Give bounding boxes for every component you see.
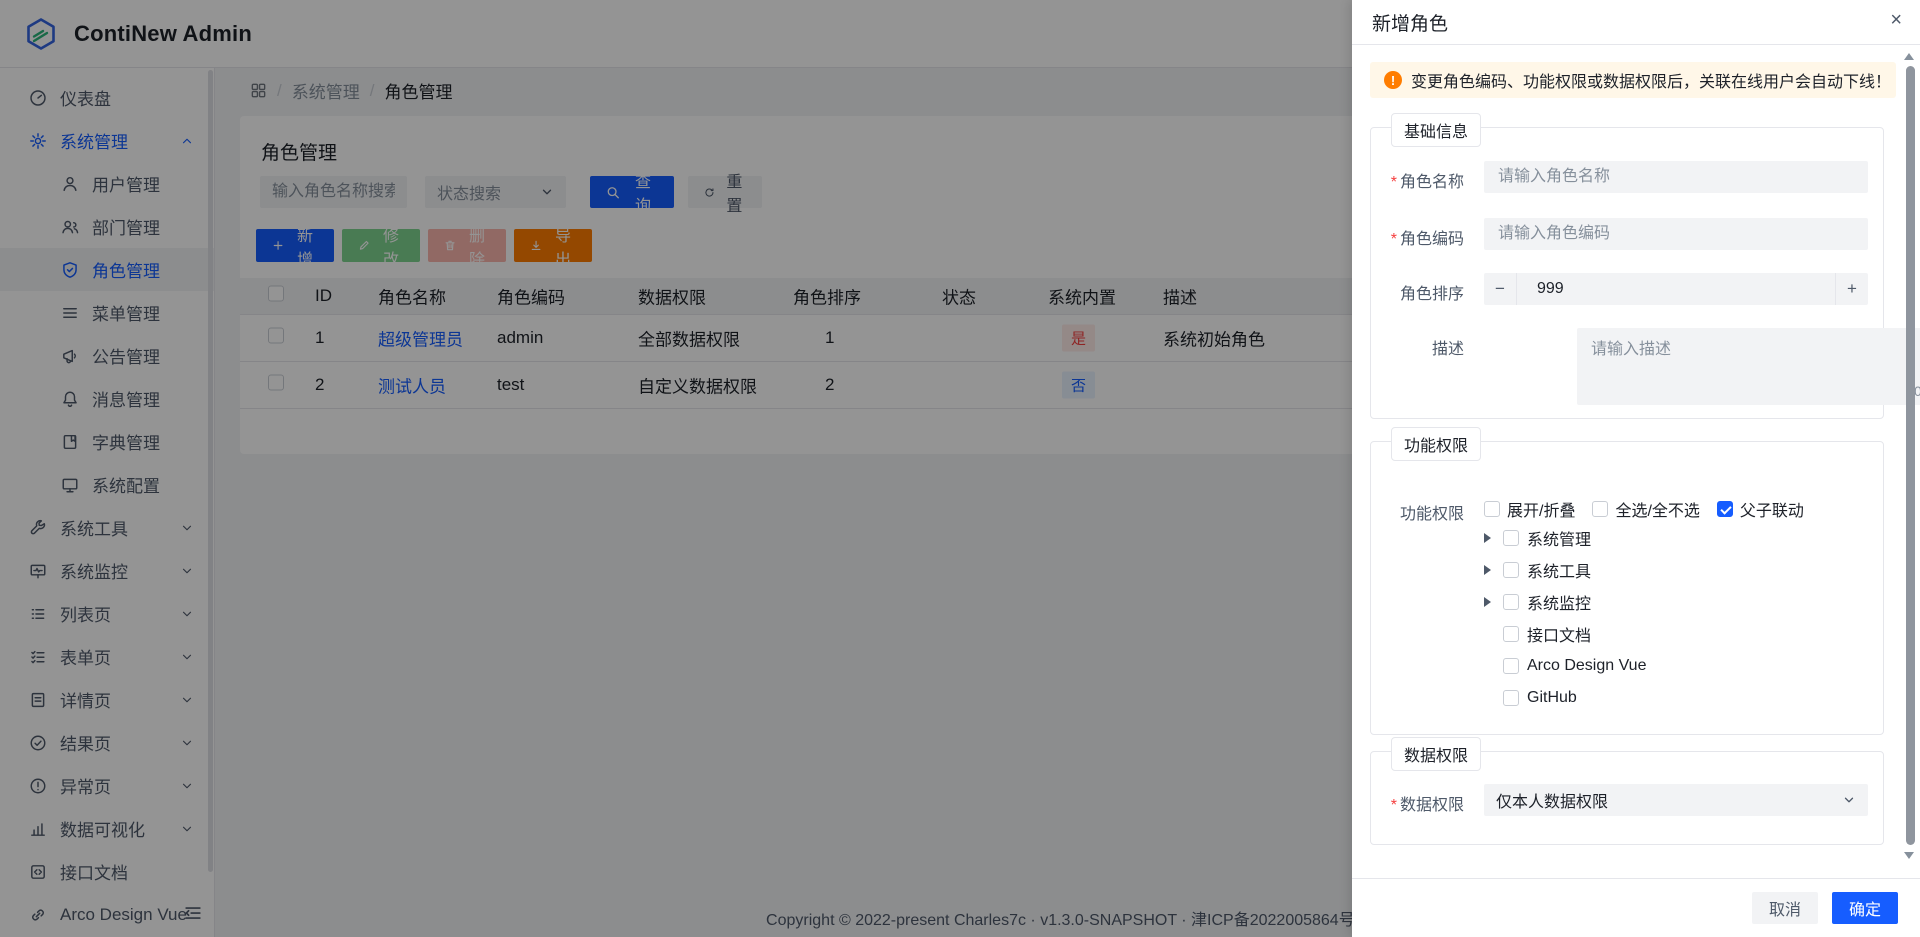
basic-info-section: 基础信息 *角色名称 *角色编码 角色排序 − 999 + 描述 xyxy=(1370,127,1884,419)
description-label: 描述 xyxy=(1371,328,1464,405)
node-checkbox[interactable] xyxy=(1503,690,1519,706)
role-sort-value[interactable]: 999 xyxy=(1517,280,1835,298)
node-checkbox[interactable] xyxy=(1503,530,1519,546)
exclamation-icon: ! xyxy=(1384,71,1402,89)
expand-collapse-checkbox[interactable]: 展开/折叠 xyxy=(1484,497,1575,521)
description-field: 0/200 xyxy=(1577,328,1920,405)
role-sort-stepper: − 999 + xyxy=(1484,273,1868,305)
drawer-header: 新增角色 × xyxy=(1352,0,1920,45)
role-code-label: *角色编码 xyxy=(1371,218,1464,249)
role-name-label: *角色名称 xyxy=(1371,161,1464,192)
section-legend: 功能权限 xyxy=(1391,427,1481,461)
tree-node-system-management[interactable]: 系统管理 xyxy=(1484,522,1591,554)
tree-node-system-tools[interactable]: 系统工具 xyxy=(1484,554,1591,586)
minus-button[interactable]: − xyxy=(1484,273,1517,305)
chevron-down-icon xyxy=(1842,793,1856,807)
role-code-input[interactable] xyxy=(1484,218,1868,250)
tree-controls: 展开/折叠 全选/全不选 父子联动 xyxy=(1484,493,1868,525)
tree-node-system-monitor[interactable]: 系统监控 xyxy=(1484,586,1591,618)
warning-alert: ! 变更角色编码、功能权限或数据权限后，关联在线用户会自动下线！ xyxy=(1370,62,1896,98)
cancel-button[interactable]: 取消 xyxy=(1752,892,1818,924)
parent-child-link-checkbox[interactable]: 父子联动 xyxy=(1717,497,1804,521)
function-permission-label: 功能权限 xyxy=(1371,493,1464,524)
scrollbar-thumb[interactable] xyxy=(1906,66,1915,845)
function-permission-section: 功能权限 功能权限 展开/折叠 全选/全不选 父子联动 系统管理 系统工具 系统… xyxy=(1370,441,1884,735)
data-permission-label: *数据权限 xyxy=(1371,784,1464,815)
new-role-drawer: 新增角色 × ! 变更角色编码、功能权限或数据权限后，关联在线用户会自动下线！ … xyxy=(1352,0,1920,937)
node-checkbox[interactable] xyxy=(1503,658,1519,674)
tree-node-arco-design-vue[interactable]: Arco Design Vue xyxy=(1484,650,1646,682)
node-checkbox[interactable] xyxy=(1503,562,1519,578)
caret-right-icon[interactable] xyxy=(1484,533,1491,543)
scrollbar-up-arrow[interactable] xyxy=(1904,53,1914,60)
plus-button[interactable]: + xyxy=(1835,273,1868,305)
caret-right-icon[interactable] xyxy=(1484,565,1491,575)
tree-node-github[interactable]: GitHub xyxy=(1484,682,1577,714)
tree-node-api-docs[interactable]: 接口文档 xyxy=(1484,618,1591,650)
confirm-button[interactable]: 确定 xyxy=(1832,892,1898,924)
section-legend: 基础信息 xyxy=(1391,113,1481,147)
drawer-footer: 取消 确定 xyxy=(1352,878,1920,937)
role-sort-label: 角色排序 xyxy=(1371,273,1464,304)
section-legend: 数据权限 xyxy=(1391,737,1481,771)
node-checkbox[interactable] xyxy=(1503,626,1519,642)
data-permission-section: 数据权限 *数据权限 仅本人数据权限 xyxy=(1370,751,1884,845)
caret-right-icon[interactable] xyxy=(1484,597,1491,607)
app-screen: ContiNew Admin 仪表盘 系统管理 用户管理 部门管理 角色管理 菜… xyxy=(0,0,1920,937)
scrollbar-down-arrow[interactable] xyxy=(1904,852,1914,859)
data-permission-select[interactable]: 仅本人数据权限 xyxy=(1484,784,1868,816)
role-name-input[interactable] xyxy=(1484,161,1868,193)
drawer-title: 新增角色 xyxy=(1372,9,1448,36)
node-checkbox[interactable] xyxy=(1503,594,1519,610)
description-textarea[interactable] xyxy=(1577,328,1920,405)
close-icon[interactable]: × xyxy=(1890,10,1902,30)
check-all-checkbox[interactable]: 全选/全不选 xyxy=(1592,497,1699,521)
